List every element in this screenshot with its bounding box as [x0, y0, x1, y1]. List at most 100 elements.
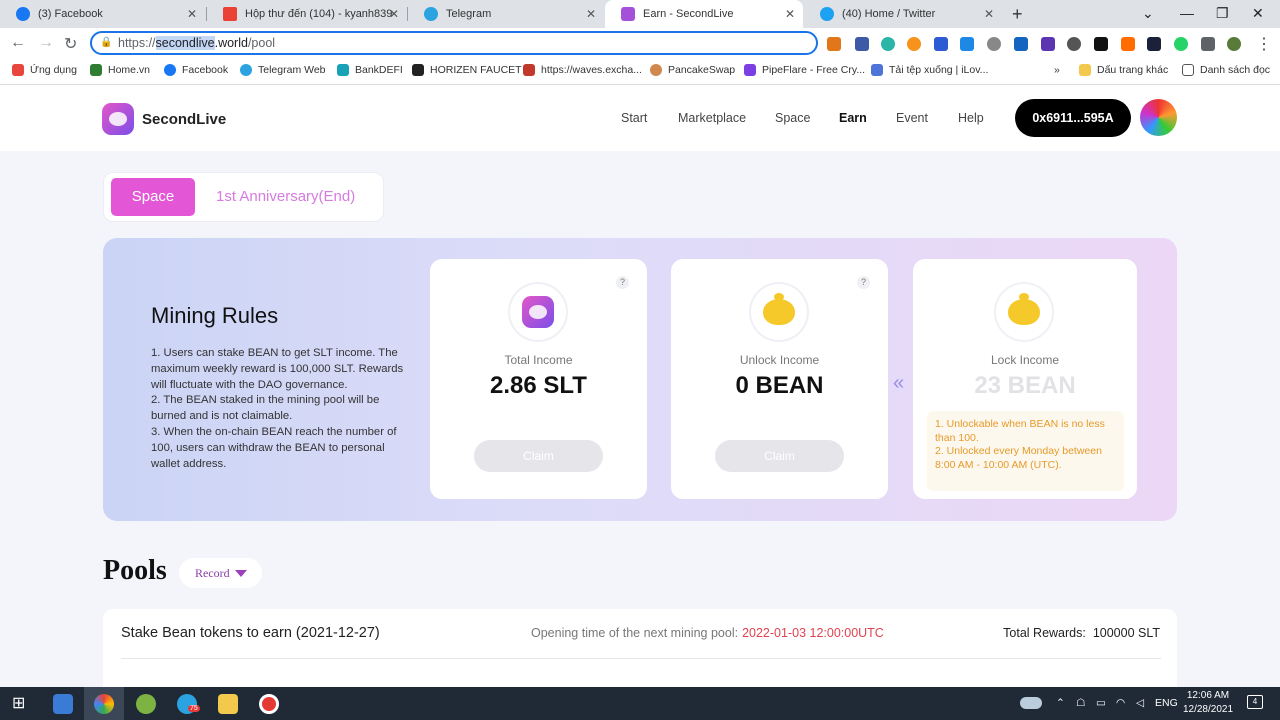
tab-search-icon[interactable]: ⌄	[1142, 5, 1154, 22]
network-icon[interactable]: ☖	[1076, 697, 1085, 709]
bookmarks-more-button[interactable]: »	[1054, 64, 1060, 76]
help-icon[interactable]: ?	[857, 276, 870, 289]
nav-event[interactable]: Event	[896, 111, 928, 125]
slt-token-icon-wrap	[510, 284, 566, 340]
avatar[interactable]	[1140, 99, 1177, 136]
maximize-button[interactable]: ❐	[1216, 5, 1229, 22]
bookmark-item[interactable]: BankDEFI	[337, 64, 403, 76]
back-icon[interactable]: ←	[10, 34, 26, 52]
wallet-address-button[interactable]: 0x6911...595A	[1015, 99, 1131, 137]
nav-marketplace[interactable]: Marketplace	[678, 111, 746, 125]
facebook-icon	[164, 64, 176, 76]
extension-icon[interactable]	[855, 37, 869, 51]
secondlive-logo-icon[interactable]	[102, 103, 134, 135]
tab-facebook[interactable]: (3) Facebook ✕	[0, 0, 205, 28]
extension-icon[interactable]	[881, 37, 895, 51]
caret-down-icon	[235, 570, 247, 577]
chrome-icon[interactable]	[94, 694, 114, 714]
bookmark-item[interactable]: HORIZEN FAUCET	[412, 64, 522, 76]
bookmark-item[interactable]: https://waves.excha...	[523, 64, 642, 76]
metamask-icon[interactable]	[827, 37, 841, 51]
bookmark-label: Danh sách đọc	[1200, 64, 1271, 76]
bookmark-item[interactable]: Telegram Web	[240, 64, 326, 76]
tab-telegram[interactable]: Telegram ✕	[408, 0, 604, 28]
file-explorer-icon[interactable]	[218, 694, 238, 714]
extension-icon[interactable]	[1041, 37, 1055, 51]
close-icon[interactable]: ✕	[586, 7, 596, 21]
tab-space[interactable]: Space	[111, 178, 195, 216]
chevron-up-icon[interactable]: ⌃	[1056, 697, 1065, 709]
app-icon[interactable]	[136, 694, 156, 714]
cloud-icon[interactable]	[1020, 697, 1042, 709]
nav-help[interactable]: Help	[958, 111, 984, 125]
bookmark-label: Dấu trang khác	[1097, 64, 1169, 76]
bookmark-item[interactable]: PancakeSwap	[650, 64, 735, 76]
extension-icon[interactable]	[907, 37, 921, 51]
bookmark-apps[interactable]: Ứng dụng	[12, 64, 77, 76]
tab-gmail[interactable]: Hộp thư đến (104) - kyanh83900 ✕	[207, 0, 407, 28]
whatsapp-icon[interactable]	[1174, 37, 1188, 51]
close-icon[interactable]: ✕	[389, 7, 399, 21]
nav-space[interactable]: Space	[775, 111, 810, 125]
explorer-app-icon[interactable]	[53, 694, 73, 714]
bookmark-other-folder[interactable]: Dấu trang khác	[1079, 64, 1168, 76]
extension-icon[interactable]	[1014, 37, 1028, 51]
profile-avatar[interactable]	[1227, 37, 1241, 51]
telegram-icon	[240, 64, 252, 76]
tab-title: Earn - SecondLive	[643, 8, 734, 20]
minimize-button[interactable]: —	[1180, 5, 1194, 21]
extension-icon[interactable]	[1067, 37, 1081, 51]
brand-name[interactable]: SecondLive	[142, 111, 226, 128]
extension-icon[interactable]	[987, 37, 1001, 51]
bookmark-label: Ứng dụng	[30, 64, 77, 76]
notification-icon[interactable]: 4	[1247, 695, 1263, 709]
claim-bean-button[interactable]: Claim	[715, 440, 844, 472]
language-indicator[interactable]: ENG	[1155, 697, 1178, 709]
url-input[interactable]: 🔒 https://secondlive.world/pool	[90, 31, 818, 55]
nav-start[interactable]: Start	[621, 111, 647, 125]
close-icon[interactable]: ✕	[187, 7, 197, 21]
horizen-icon	[412, 64, 424, 76]
pancakeswap-icon	[650, 64, 662, 76]
windows-start-icon[interactable]: ⊞	[12, 694, 32, 714]
close-icon[interactable]: ✕	[785, 7, 795, 21]
secondlive-tv-icon	[522, 296, 554, 328]
nav-earn[interactable]: Earn	[839, 111, 867, 125]
bookmark-item[interactable]: Facebook	[164, 64, 228, 76]
secondlive-icon	[621, 7, 635, 21]
pool-name[interactable]: Stake Bean tokens to earn (2021-12-27)	[121, 625, 380, 641]
battery-icon[interactable]: ▭	[1096, 697, 1106, 709]
tab-title: (3) Facebook	[38, 8, 103, 20]
reload-icon[interactable]: ↻	[64, 34, 77, 54]
close-window-button[interactable]: ✕	[1252, 5, 1264, 22]
tab-title: (40) Home / Twitter	[842, 8, 936, 20]
bookmark-item[interactable]: PipeFlare - Free Cry...	[744, 64, 865, 76]
record-dropdown[interactable]: Record	[179, 558, 262, 588]
bookmark-item[interactable]: Tải tệp xuống | iLov...	[871, 64, 988, 76]
clock[interactable]: 12:06 AM 12/28/2021	[1178, 689, 1238, 717]
forward-icon[interactable]: →	[38, 34, 54, 52]
volume-icon[interactable]: ◁	[1136, 697, 1144, 709]
wifi-icon[interactable]: ◠	[1116, 697, 1125, 709]
puzzle-icon[interactable]	[1201, 37, 1215, 51]
extension-icon[interactable]	[934, 37, 948, 51]
extension-icon[interactable]	[1147, 37, 1161, 51]
new-tab-button[interactable]: +	[1012, 4, 1023, 25]
help-icon[interactable]: ?	[616, 276, 629, 289]
menu-icon[interactable]: ⋮	[1256, 34, 1272, 54]
claim-slt-button[interactable]: Claim	[474, 440, 603, 472]
card-label: Lock Income	[990, 353, 1060, 367]
tab-twitter[interactable]: (40) Home / Twitter ✕	[804, 0, 1002, 28]
bookmark-label: Tải tệp xuống | iLov...	[889, 64, 989, 76]
close-icon[interactable]: ✕	[984, 7, 994, 21]
extension-icon[interactable]	[960, 37, 974, 51]
record-app-icon[interactable]	[259, 694, 279, 714]
extension-icon[interactable]	[1094, 37, 1108, 51]
reading-list[interactable]: Danh sách đọc	[1182, 64, 1270, 76]
url-selection: secondlive	[155, 36, 215, 50]
extension-icon[interactable]	[1121, 37, 1135, 51]
bookmark-item[interactable]: Home.vn	[90, 64, 150, 76]
tab-anniversary[interactable]: 1st Anniversary(End)	[216, 178, 355, 216]
tab-secondlive[interactable]: Earn - SecondLive ✕	[605, 0, 803, 28]
lock-income-card: Lock Income 23 BEAN 1. Unlockable when B…	[913, 259, 1137, 499]
